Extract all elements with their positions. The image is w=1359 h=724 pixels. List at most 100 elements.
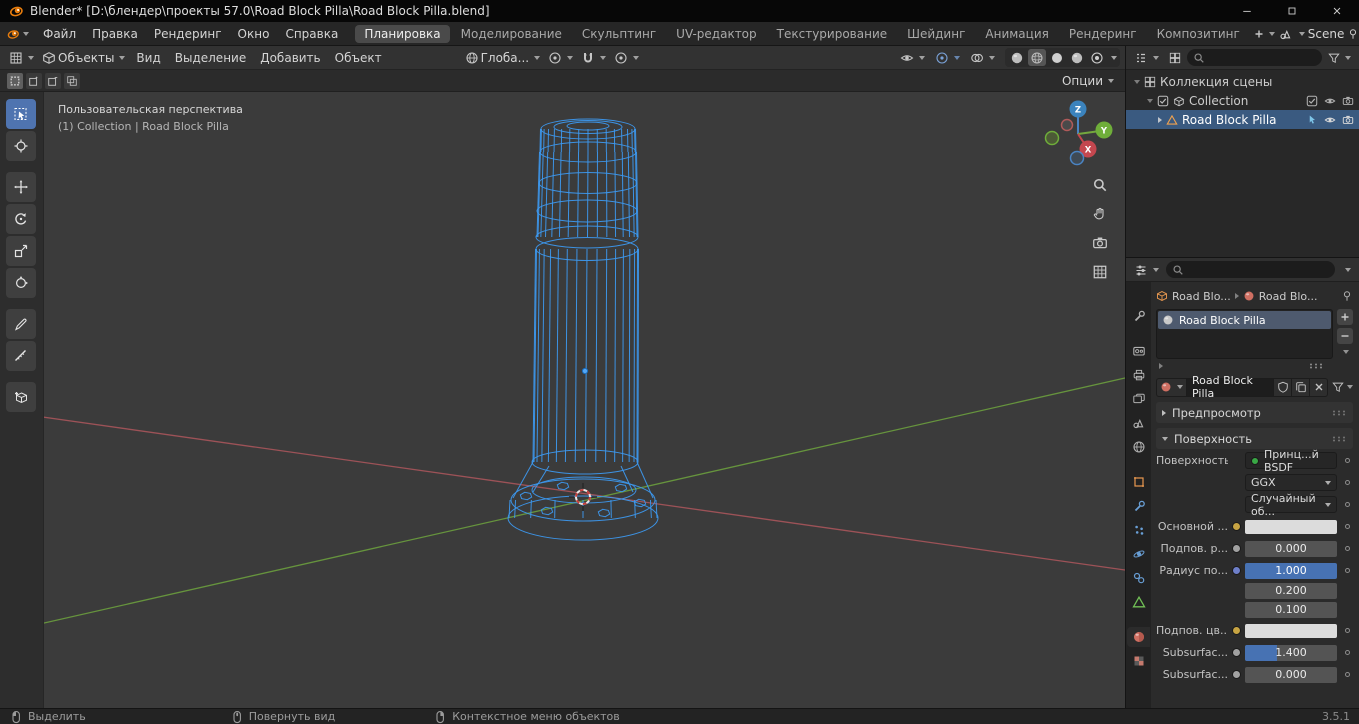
subsurface-color-swatch[interactable] [1245, 624, 1337, 638]
hide-eye-icon[interactable] [1324, 114, 1336, 126]
subsurface-method-dropdown[interactable]: Случайный об... [1245, 492, 1337, 518]
editor-type-button[interactable] [5, 51, 38, 65]
workspace-tab-animation[interactable]: Анимация [976, 25, 1057, 43]
camera-view-icon[interactable] [1091, 234, 1109, 252]
ortho-grid-icon[interactable] [1091, 263, 1109, 281]
menu-add[interactable]: Добавить [253, 46, 327, 70]
subsurface-anisotropy-field[interactable]: 0.000 [1245, 666, 1337, 683]
tab-output[interactable] [1127, 365, 1150, 385]
workspace-tab-layout[interactable]: Планировка [355, 24, 450, 43]
add-slot-button[interactable] [1336, 309, 1353, 325]
menu-help[interactable]: Справка [277, 22, 346, 46]
outliner-filter-button[interactable] [1324, 52, 1355, 64]
maximize-button[interactable] [1269, 0, 1314, 22]
unlink-material-button[interactable] [1310, 377, 1328, 397]
tab-world[interactable] [1127, 437, 1150, 457]
shader-node-button[interactable]: Принц...й BSDF [1245, 448, 1337, 474]
collection-checkbox-icon[interactable] [1157, 95, 1169, 107]
breadcrumb-material[interactable]: Road Blo... [1259, 290, 1318, 303]
annotate-tool[interactable] [6, 309, 36, 339]
tab-scene[interactable] [1127, 413, 1150, 433]
restrict-select-icon[interactable] [1306, 114, 1318, 126]
material-slot-active[interactable]: Road Block Pilla [1158, 311, 1331, 329]
rotate-tool[interactable] [6, 204, 36, 234]
add-cube-tool[interactable] [6, 382, 36, 412]
breadcrumb-object[interactable]: Road Blo... [1172, 290, 1231, 303]
gizmos-toggle[interactable] [931, 51, 964, 65]
outliner-display-mode-icon[interactable] [1165, 52, 1185, 64]
pan-hand-icon[interactable] [1091, 205, 1109, 223]
tab-constraints[interactable] [1127, 568, 1150, 588]
decorator[interactable] [1341, 568, 1353, 573]
decorator[interactable] [1341, 672, 1353, 677]
tab-material[interactable] [1127, 627, 1150, 647]
tab-object-data[interactable] [1127, 592, 1150, 612]
distribution-dropdown[interactable]: GGX [1245, 474, 1337, 491]
panel-surface[interactable]: Поверхность [1156, 428, 1353, 449]
outliner-search-input[interactable] [1187, 49, 1322, 66]
navigation-gizmo[interactable]: Z Y X [1038, 94, 1118, 174]
workspace-tab-texture-paint[interactable]: Текстурирование [768, 25, 896, 43]
pivot-point-dropdown[interactable] [544, 51, 577, 65]
panel-preview[interactable]: Предпросмотр [1156, 402, 1353, 423]
decorator[interactable] [1341, 480, 1353, 485]
tab-render[interactable] [1127, 341, 1150, 361]
move-tool[interactable] [6, 172, 36, 202]
decorator[interactable] [1341, 650, 1353, 655]
remove-slot-button[interactable] [1336, 328, 1353, 344]
viewport-3d[interactable]: Пользовательская перспектива (1) Collect… [0, 92, 1125, 708]
menu-view[interactable]: Вид [129, 46, 167, 70]
add-workspace-button[interactable] [1250, 29, 1279, 39]
material-filter-button[interactable] [1332, 381, 1353, 393]
tab-view-layer[interactable] [1127, 389, 1150, 409]
tab-texture[interactable] [1127, 651, 1150, 671]
select-box-tool[interactable] [6, 99, 36, 129]
zoom-icon[interactable] [1091, 176, 1109, 194]
menu-object[interactable]: Объект [328, 46, 389, 70]
fake-user-button[interactable] [1274, 377, 1292, 397]
material-name-field[interactable]: Road Block Pilla [1186, 374, 1274, 400]
menu-render[interactable]: Рендеринг [146, 22, 230, 46]
outliner-editor-button[interactable] [1130, 51, 1163, 65]
render-camera-icon[interactable] [1342, 114, 1354, 126]
pin-icon[interactable] [1347, 28, 1359, 40]
axis-z-neg-ball[interactable] [1069, 150, 1085, 166]
expand-icon[interactable] [1159, 363, 1163, 369]
shading-solid-button[interactable] [1048, 49, 1066, 66]
exclude-checkbox-icon[interactable] [1306, 95, 1318, 107]
xray-toggle[interactable] [1008, 49, 1026, 66]
material-slot-list[interactable]: Road Block Pilla [1156, 309, 1333, 359]
overlays-toggle[interactable] [966, 51, 999, 65]
object-visibility-dropdown[interactable] [896, 51, 929, 65]
proportional-edit-dropdown[interactable] [610, 51, 643, 65]
outliner-row-road-block-pilla[interactable]: Road Block Pilla [1126, 110, 1359, 129]
workspace-tab-rendering[interactable]: Рендеринг [1060, 25, 1146, 43]
snap-dropdown[interactable] [577, 51, 610, 65]
decorator[interactable] [1341, 524, 1353, 529]
tab-modifiers[interactable] [1127, 496, 1150, 516]
transform-orientation-dropdown[interactable]: Глоба... [461, 51, 545, 65]
shading-rendered-button[interactable] [1088, 49, 1106, 66]
tab-tool[interactable] [1127, 306, 1150, 326]
properties-search-input[interactable] [1166, 261, 1335, 278]
subsurface-ior-slider[interactable]: 1.400 [1245, 644, 1337, 661]
workspace-tab-uv[interactable]: UV-редактор [667, 25, 765, 43]
select-subtract-mode-icon[interactable] [45, 72, 61, 89]
transform-tool[interactable] [6, 268, 36, 298]
axis-x-neg-ball[interactable] [1060, 118, 1074, 132]
tab-particles[interactable] [1127, 520, 1150, 540]
tab-object[interactable] [1127, 472, 1150, 492]
cursor-tool[interactable] [6, 131, 36, 161]
radius-y-field[interactable]: 0.200 [1245, 582, 1337, 599]
shading-wireframe-button[interactable] [1028, 49, 1046, 66]
base-color-swatch[interactable] [1245, 520, 1337, 534]
workspace-tab-shading[interactable]: Шейдинг [898, 25, 974, 43]
menu-file[interactable]: Файл [35, 22, 84, 46]
workspace-tab-modeling[interactable]: Моделирование [452, 25, 571, 43]
axis-y-neg-ball[interactable] [1044, 130, 1060, 146]
decorator[interactable] [1341, 502, 1353, 507]
grip-icon[interactable] [1308, 362, 1324, 370]
scene-selector[interactable]: Scene [1279, 27, 1359, 41]
mode-selector[interactable]: Объекты [38, 51, 129, 65]
radius-z-field[interactable]: 0.100 [1245, 601, 1337, 618]
